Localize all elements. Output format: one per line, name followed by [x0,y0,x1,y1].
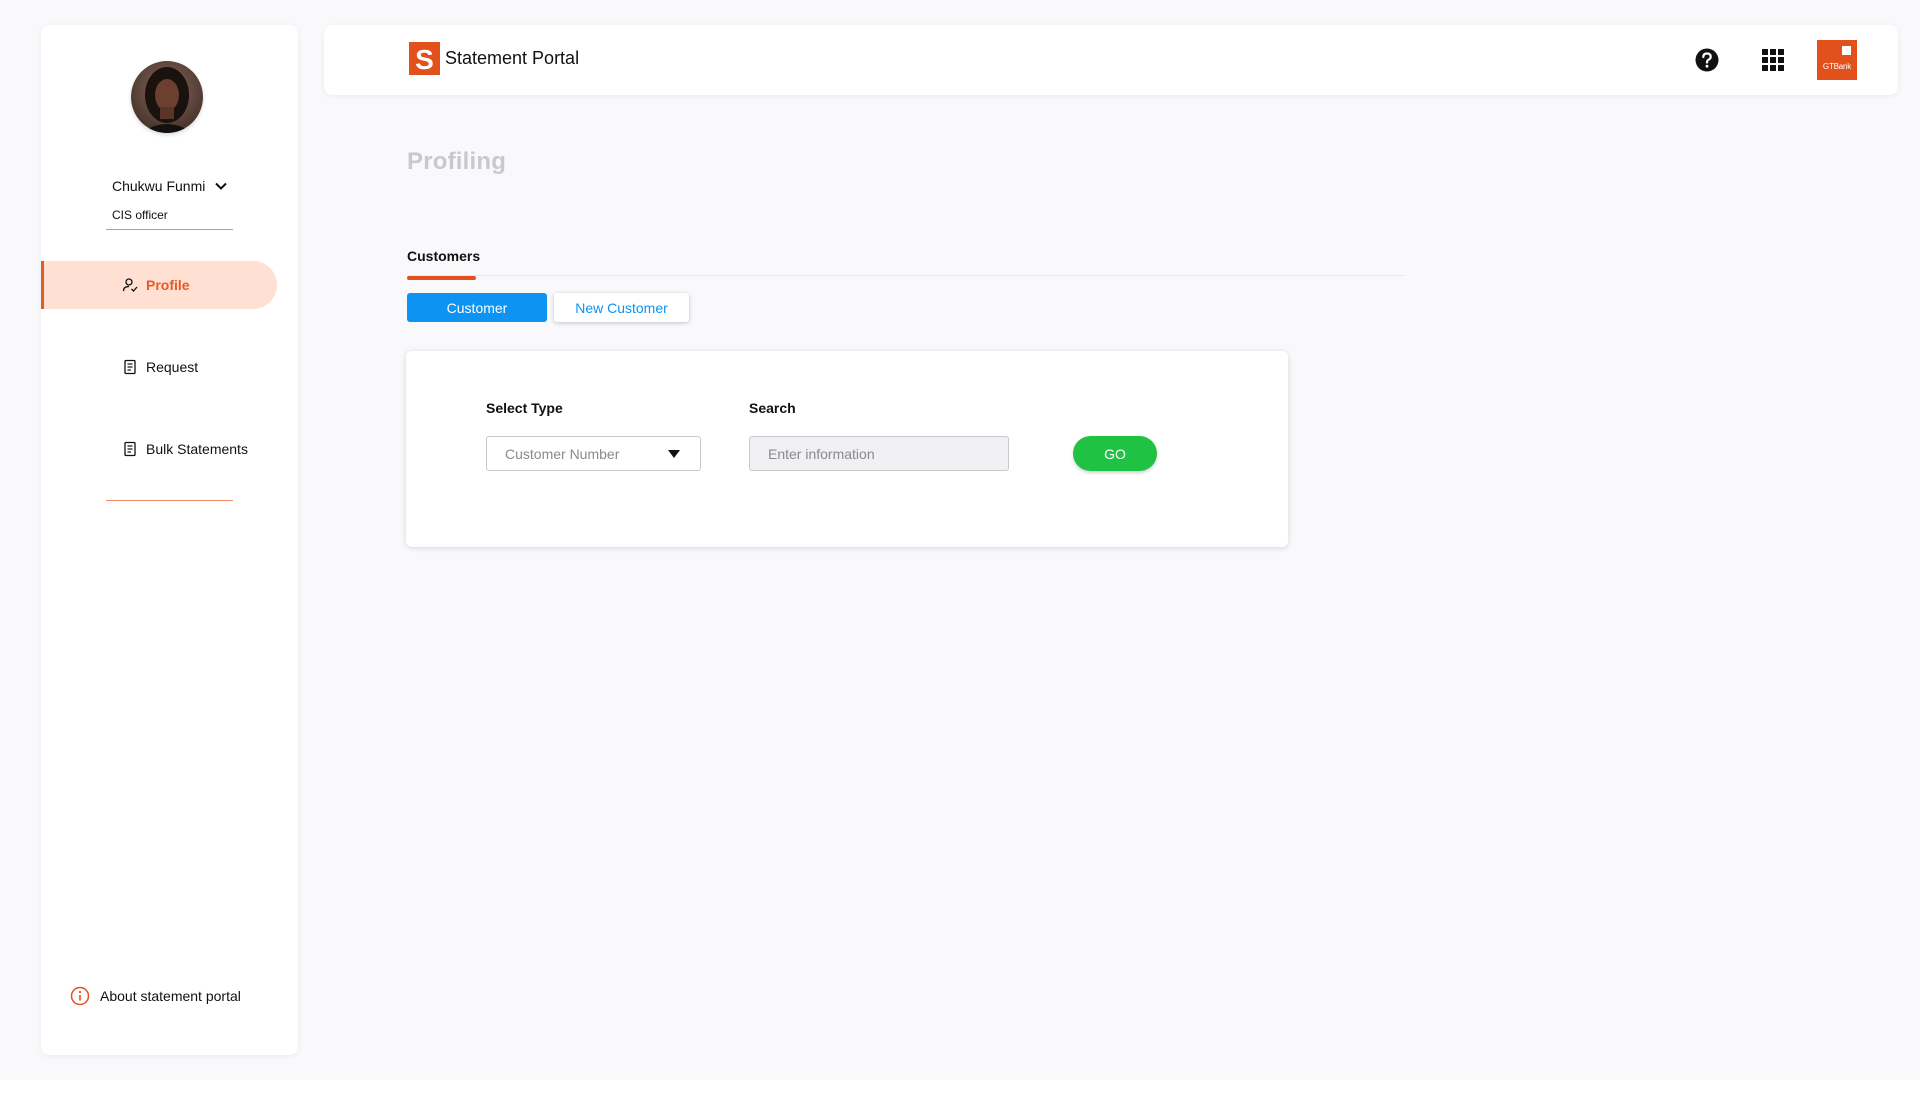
sidebar-divider [106,500,233,501]
sidebar-item-bulk-statements[interactable]: Bulk Statements [41,425,280,473]
search-label: Search [749,400,796,416]
user-role: CIS officer [112,208,168,222]
select-type-dropdown[interactable]: Customer Number [486,436,701,471]
sidebar-item-label: Profile [146,277,190,293]
page-title: Profiling [407,148,507,175]
search-input[interactable] [749,436,1009,471]
about-link[interactable]: About statement portal [70,986,241,1006]
sidebar-item-profile[interactable]: Profile [41,261,277,309]
go-button[interactable]: GO [1073,436,1157,471]
chevron-down-icon[interactable] [213,178,229,194]
sidebar: Chukwu Funmi CIS officer Profile Request… [41,25,298,1055]
apps-grid-icon[interactable] [1760,47,1786,73]
avatar[interactable] [131,61,203,133]
new-customer-segment-button[interactable]: New Customer [554,293,689,322]
gtbank-logo-text: GTBank [1822,62,1852,71]
document-icon [124,359,136,375]
help-icon[interactable] [1694,47,1720,73]
sidebar-divider [106,229,233,230]
customer-segment-button[interactable]: Customer [407,293,547,322]
app-title: Statement Portal [445,48,580,68]
sidebar-item-request[interactable]: Request [41,343,280,391]
user-name[interactable]: Chukwu Funmi [112,178,205,194]
sidebar-item-label: Bulk Statements [146,441,248,457]
select-type-value: Customer Number [505,445,620,462]
statement-portal-logo: S [409,42,440,75]
select-type-label: Select Type [486,400,563,416]
about-label: About statement portal [100,988,241,1004]
tab-active-indicator [407,276,476,280]
document-icon [124,441,136,457]
gtbank-logo[interactable]: GTBank [1817,40,1857,80]
user-icon [122,278,138,292]
brand[interactable]: S Statement Portal [409,42,579,75]
gtbank-logo-square [1842,46,1851,55]
tab-divider [407,275,1405,276]
sidebar-item-label: Request [146,359,199,375]
info-icon [70,986,90,1006]
top-header: S Statement Portal GTBank [324,25,1898,95]
brand-logo-letter: S [415,44,434,75]
tab-customers[interactable]: Customers [407,248,480,264]
caret-down-icon [668,450,680,458]
